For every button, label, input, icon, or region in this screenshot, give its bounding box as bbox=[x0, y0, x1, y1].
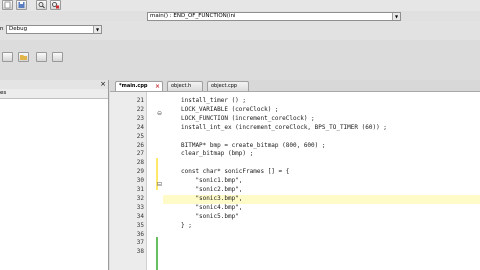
fold-collapse-icon[interactable]: ⊖ bbox=[157, 110, 162, 117]
build-config-value: Debug bbox=[9, 26, 28, 32]
code-line[interactable]: "sonic5.bmp" bbox=[181, 213, 238, 222]
tab-label: object.cpp bbox=[211, 83, 238, 89]
project-panel-column: es bbox=[0, 89, 108, 99]
fold-collapse-icon[interactable]: ⊟ bbox=[157, 181, 162, 188]
code-line[interactable]: "sonic2.bmp", bbox=[181, 186, 242, 195]
line-number: 21 bbox=[136, 97, 144, 104]
tab-main-cpp[interactable]: *main.cpp × bbox=[115, 81, 163, 91]
find-replace-icon[interactable] bbox=[50, 0, 61, 10]
function-combo[interactable]: main() : END_OF_FUNCTION(ini ▼ bbox=[147, 12, 401, 21]
search-icon[interactable] bbox=[36, 0, 47, 10]
build-toolbar: n Debug ▼ bbox=[0, 21, 480, 40]
line-number: 24 bbox=[136, 123, 144, 131]
line-number: 25 bbox=[136, 132, 144, 140]
save-icon[interactable] bbox=[16, 0, 27, 10]
line-number: 37 bbox=[136, 239, 144, 247]
line-number: 23 bbox=[136, 114, 144, 122]
line-number: 31 bbox=[136, 186, 144, 193]
line-number: 30 bbox=[136, 177, 144, 185]
config-prefix: n bbox=[0, 26, 4, 32]
code-line[interactable]: clear_bitmap (bmp) ; bbox=[181, 150, 253, 159]
line-number: 29 bbox=[136, 168, 144, 176]
close-icon[interactable]: × bbox=[100, 80, 106, 89]
code-line[interactable]: } ; bbox=[181, 222, 192, 231]
code-line[interactable]: LOCK_VARIABLE (coreClock) ; bbox=[181, 106, 279, 115]
line-number: 32 bbox=[136, 194, 144, 202]
build-icon[interactable] bbox=[52, 52, 63, 62]
tab-object-h[interactable]: object.h bbox=[167, 81, 203, 91]
settings-icon[interactable] bbox=[36, 52, 47, 62]
new-project-icon[interactable] bbox=[2, 52, 13, 62]
code-line[interactable]: BITMAP* bmp = create_bitmap (800, 600) ; bbox=[181, 142, 326, 151]
chevron-down-icon[interactable]: ▼ bbox=[93, 26, 101, 33]
code-line[interactable]: const char* sonicFrames [] = { bbox=[181, 168, 289, 177]
line-number: 26 bbox=[136, 141, 144, 149]
line-number: 38 bbox=[136, 248, 144, 256]
code-line[interactable]: install_int_ex (increment_coreClock, BPS… bbox=[181, 124, 387, 133]
line-number: 36 bbox=[136, 230, 144, 238]
open-project-icon[interactable] bbox=[18, 52, 29, 62]
line-number: 33 bbox=[136, 203, 144, 211]
editor-tab-bar: *main.cpp × object.h object.cpp bbox=[110, 80, 480, 92]
secondary-toolbar: main() : END_OF_FUNCTION(ini ▼ bbox=[0, 11, 480, 21]
project-panel bbox=[0, 80, 109, 270]
line-number: 27 bbox=[136, 150, 144, 158]
line-number: 22 bbox=[136, 105, 144, 113]
main-toolbar bbox=[0, 0, 480, 11]
line-number: 28 bbox=[136, 159, 144, 167]
code-line[interactable]: "sonic1.bmp", bbox=[181, 177, 242, 186]
tab-label: object.h bbox=[171, 83, 192, 89]
code-line[interactable]: "sonic3.bmp", bbox=[181, 195, 242, 204]
function-combo-value: main() : END_OF_FUNCTION(ini bbox=[150, 13, 236, 19]
code-line[interactable]: "sonic4.bmp", bbox=[181, 204, 242, 213]
code-line[interactable]: install_timer () ; bbox=[181, 97, 246, 106]
chevron-down-icon[interactable]: ▼ bbox=[392, 13, 400, 20]
tab-object-cpp[interactable]: object.cpp bbox=[207, 81, 249, 91]
line-number: 35 bbox=[136, 221, 144, 229]
tool-icons-row bbox=[0, 40, 480, 80]
project-panel-label: es bbox=[0, 90, 7, 96]
build-config-select[interactable]: Debug ▼ bbox=[6, 25, 102, 34]
tab-label: *main.cpp bbox=[119, 83, 148, 89]
file-icon[interactable] bbox=[2, 0, 13, 10]
close-icon[interactable]: × bbox=[155, 82, 160, 91]
code-line[interactable]: LOCK_FUNCTION (increment_coreClock) ; bbox=[181, 115, 315, 124]
saved-change-marker bbox=[156, 237, 158, 270]
line-number: 34 bbox=[136, 212, 144, 220]
